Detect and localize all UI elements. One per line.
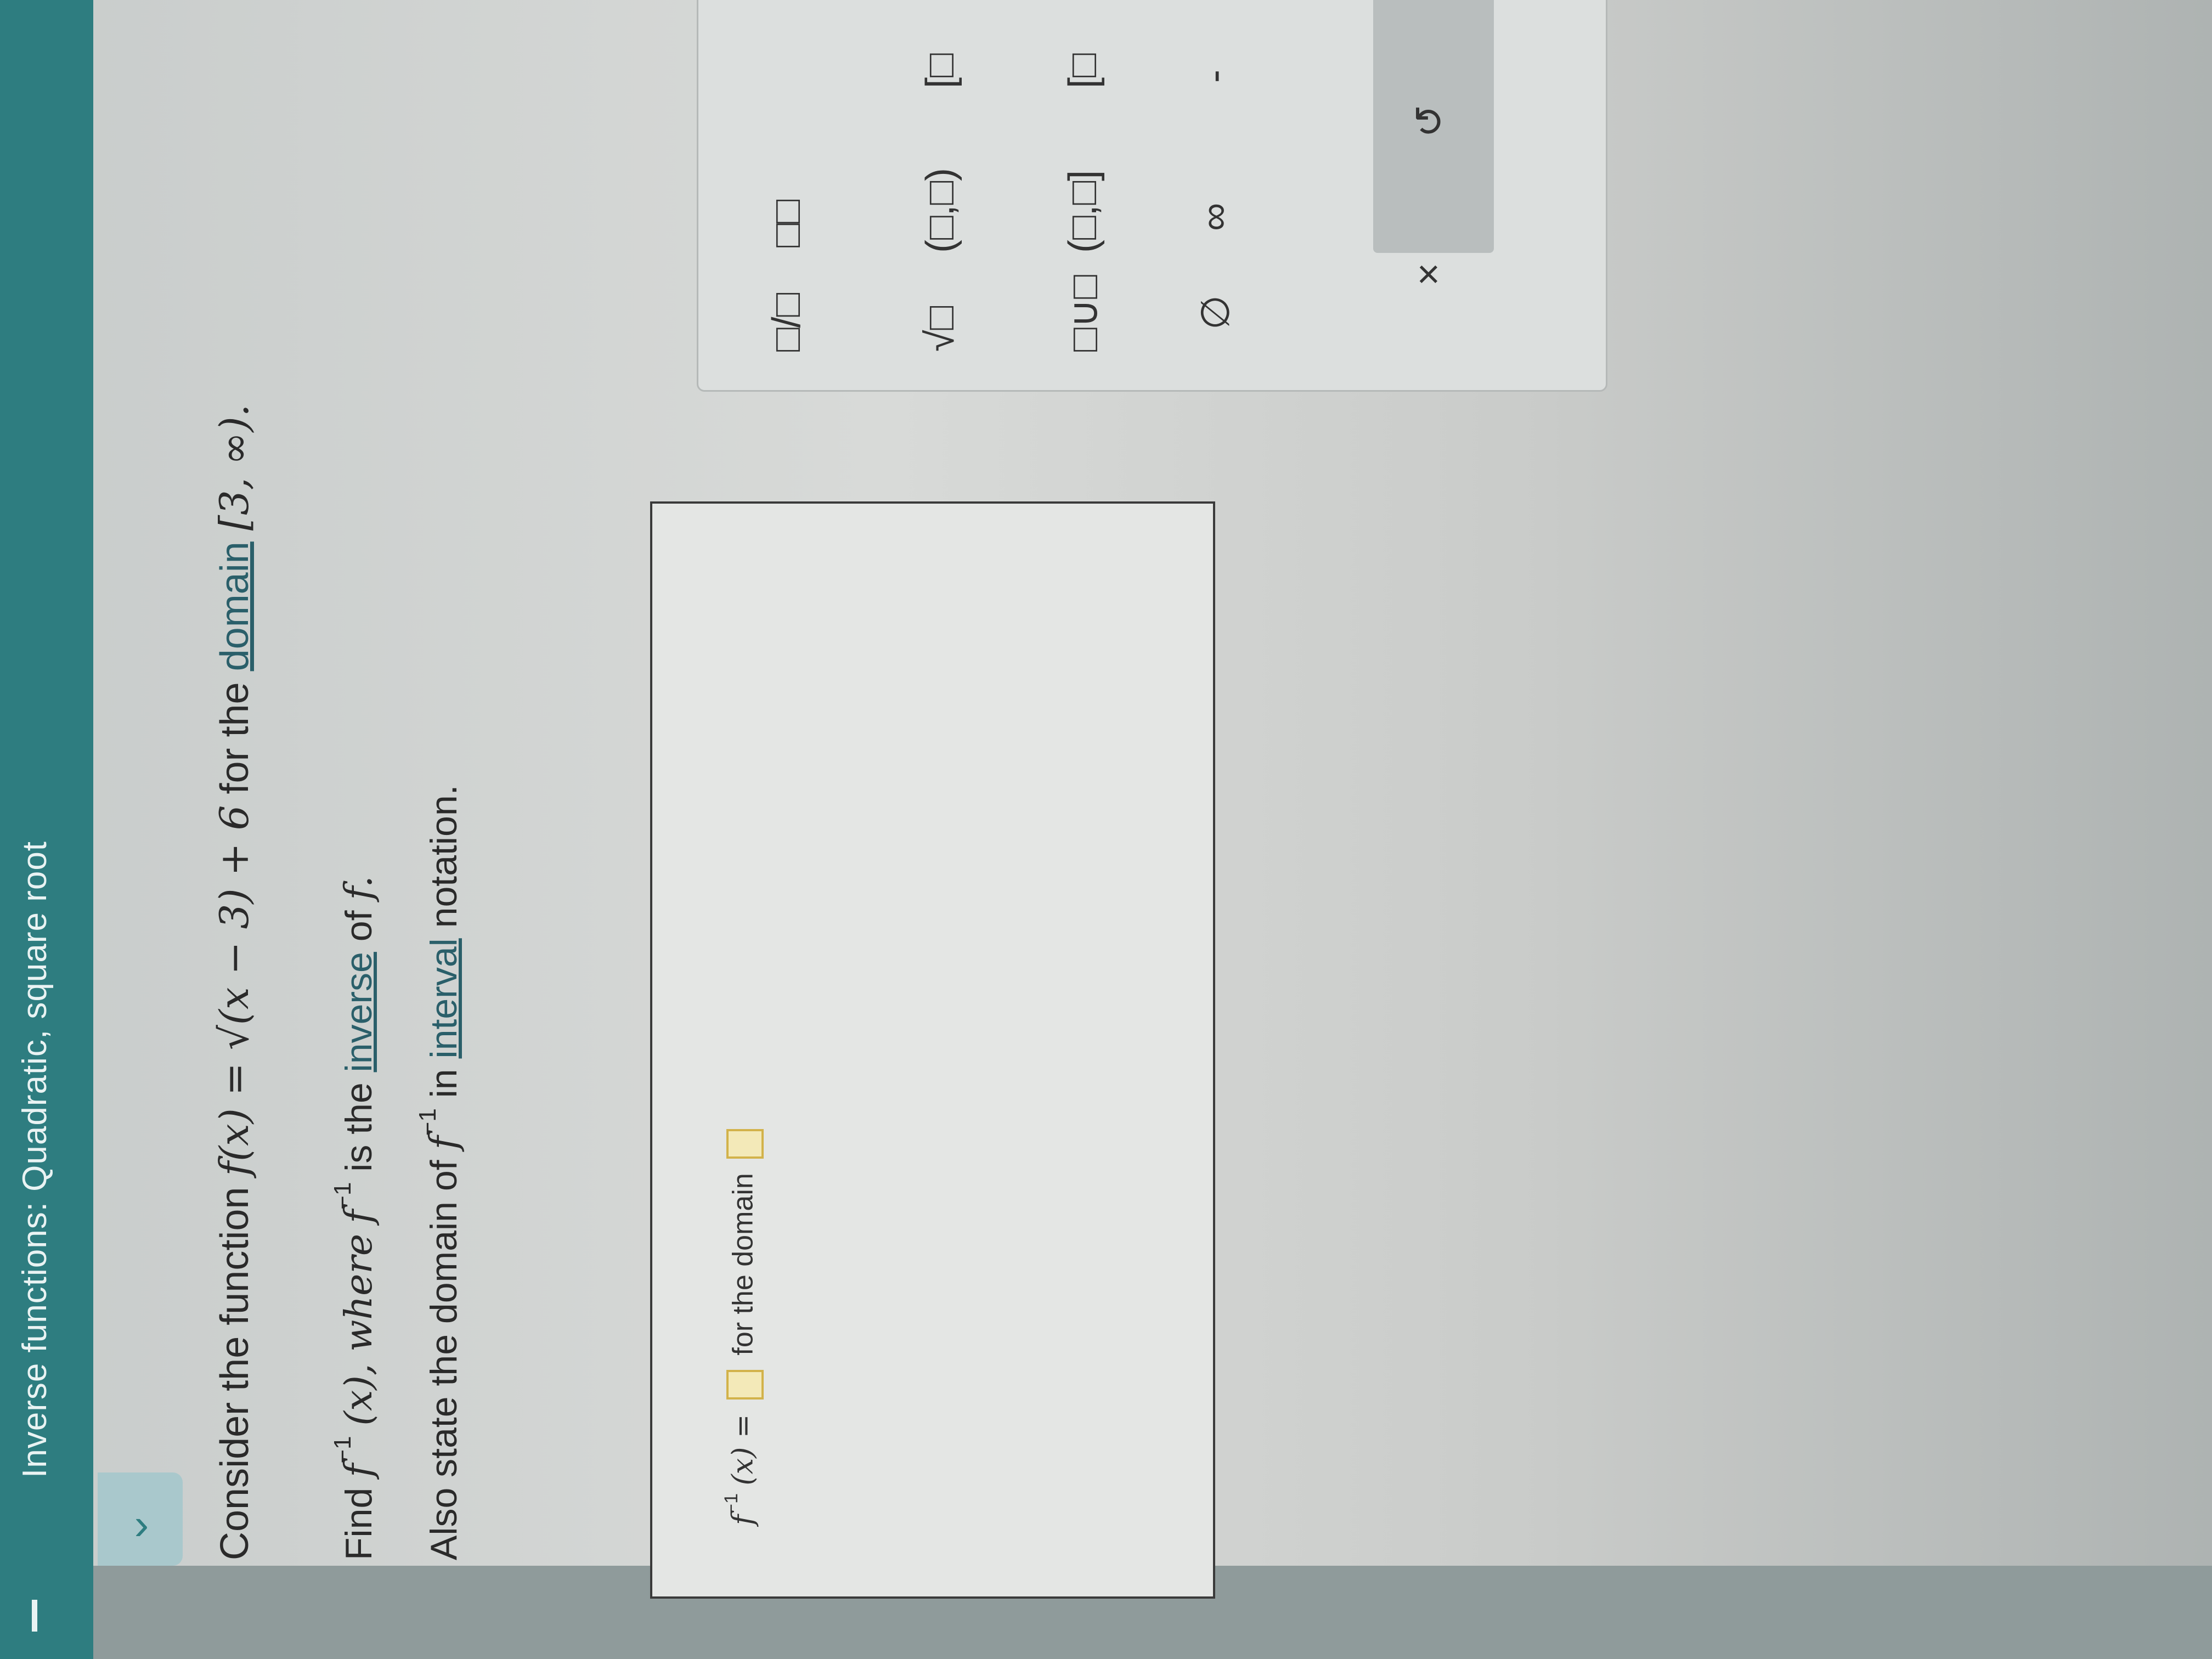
domain-interval: [3, ∞). (211, 404, 257, 531)
negative-key[interactable]: - (1192, 70, 1237, 83)
q1-prefix: Consider the function (213, 1187, 257, 1560)
q2-suffix: of (338, 910, 380, 942)
q1-mid: for the (213, 682, 257, 794)
q3-prefix: Also state the domain of (423, 1160, 465, 1560)
open-interval-key[interactable]: (□,□) (918, 168, 963, 253)
inverse-exponent-2: −1 (329, 1182, 356, 1210)
question-line-3: Also state the domain of f−1 in interval… (414, 785, 466, 1560)
question-area: Consider the function f(x) = √(x − 3) + … (93, 0, 2123, 1599)
top-bar: Inverse functions: Quadratic, square roo… (0, 0, 93, 1659)
math-keypad: □/□ √□ □∪□ ∅ □□ (□,□) (□,□] ∞ [□ [□ - × … (697, 0, 1607, 392)
q2-arg: (x), where (337, 1233, 381, 1426)
clear-key[interactable]: × (1406, 263, 1451, 286)
q3-suffix: notation. (423, 785, 465, 928)
q3-f: f (422, 1136, 466, 1150)
answer-box: f−1 (x) = for the domain (650, 501, 1215, 1599)
inverse-link[interactable]: inverse (338, 952, 380, 1072)
photo-background: Inverse functions: Quadratic, square roo… (0, 0, 2212, 1659)
q2-f: f. (337, 876, 381, 900)
domain-link[interactable]: domain (213, 541, 257, 671)
inverse-answer-input[interactable] (726, 1370, 764, 1400)
question-line-1: Consider the function f(x) = √(x − 3) + … (211, 404, 257, 1560)
inverse-f: f (337, 1463, 381, 1477)
screen: Inverse functions: Quadratic, square roo… (0, 0, 2212, 1659)
question-line-2: Find f−1 (x), where f−1 is the inverse o… (329, 876, 381, 1560)
answer-arg: (x) = (726, 1414, 760, 1486)
q2-mid: is the (338, 1082, 380, 1172)
nth-root-key[interactable]: √□ (918, 306, 963, 352)
answer-middle-text: for the domain (727, 1173, 759, 1356)
action-row: × ↺ (1373, 0, 1494, 286)
power-key[interactable]: □□ (764, 200, 809, 247)
function-expression: f(x) = √(x − 3) + 6 (211, 805, 257, 1176)
interval-link[interactable]: interval (423, 938, 465, 1058)
closed-interval-key-partial-2[interactable]: [□ (1060, 54, 1105, 89)
domain-answer-input[interactable] (726, 1128, 764, 1159)
answer-line: f−1 (x) = for the domain (721, 1122, 764, 1525)
empty-set-key[interactable]: ∅ (1192, 295, 1238, 330)
closed-interval-key-partial[interactable]: [□ (918, 54, 963, 89)
fraction-key[interactable]: □/□ (764, 293, 809, 352)
q2-prefix: Find (338, 1487, 380, 1560)
half-open-interval-key[interactable]: (□,□] (1060, 170, 1105, 253)
menu-icon[interactable] (32, 1600, 37, 1632)
q3-exponent: −1 (414, 1108, 441, 1136)
infinity-key[interactable]: ∞ (1192, 203, 1237, 231)
inverse-f-2: f (337, 1209, 381, 1224)
union-key[interactable]: □∪□ (1060, 275, 1107, 352)
undo-key[interactable]: ↺ (1406, 105, 1452, 138)
answer-exponent: −1 (720, 1493, 742, 1515)
q3-mid: in (423, 1069, 465, 1098)
inverse-exponent: −1 (329, 1436, 356, 1464)
topic-title: Inverse functions: Quadratic, square roo… (16, 840, 54, 1478)
answer-f: f (726, 1514, 760, 1525)
